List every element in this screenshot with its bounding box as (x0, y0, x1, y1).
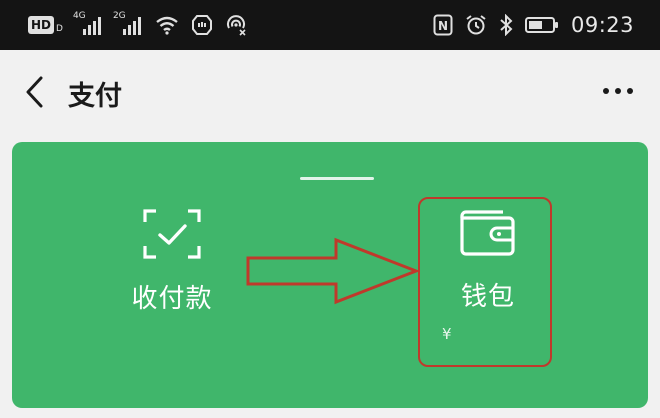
hotspot-icon (225, 14, 247, 36)
signal-bars-icon (122, 17, 141, 35)
wallet-currency-label: ¥ (442, 325, 452, 343)
hd-sub-label: D (56, 24, 63, 34)
payment-panel: 收付款 钱包 ¥ (12, 142, 648, 408)
nfc-label: N (438, 19, 448, 33)
bluetooth-icon (499, 14, 513, 36)
back-button[interactable] (14, 70, 54, 114)
hd-badge: HD (28, 16, 55, 34)
page-title: 支付 (68, 81, 122, 112)
tile-receive-pay[interactable]: 收付款 (112, 208, 232, 315)
nfc-icon: N (433, 14, 453, 36)
signal-2g: 2G (113, 11, 143, 37)
status-bar: HD D 4G 2G N 09:23 (0, 0, 660, 50)
status-time: 09:23 (570, 13, 634, 37)
status-right: N 09:23 (421, 12, 634, 38)
tile-receive-pay-label: 收付款 (131, 284, 213, 314)
alarm-icon (465, 14, 487, 36)
tile-wallet-label: 钱包 (460, 282, 515, 312)
signal-4g: 4G (73, 11, 103, 37)
tile-wallet[interactable]: 钱包 (420, 198, 556, 368)
panel-drag-indicator (300, 177, 374, 180)
nav-bar: 支付 (0, 50, 660, 142)
more-button[interactable] (598, 76, 638, 106)
scan-check-icon (143, 209, 201, 259)
status-left: HD D 4G 2G (28, 11, 247, 38)
wallet-icon (460, 210, 515, 256)
chevron-left-icon (26, 76, 43, 108)
more-dots-icon (603, 88, 633, 94)
wifi-icon (155, 15, 179, 35)
arrow-right-icon (246, 237, 421, 305)
battery-icon (524, 16, 559, 34)
signal-bars-icon (82, 17, 101, 35)
shield-icon (191, 14, 213, 36)
